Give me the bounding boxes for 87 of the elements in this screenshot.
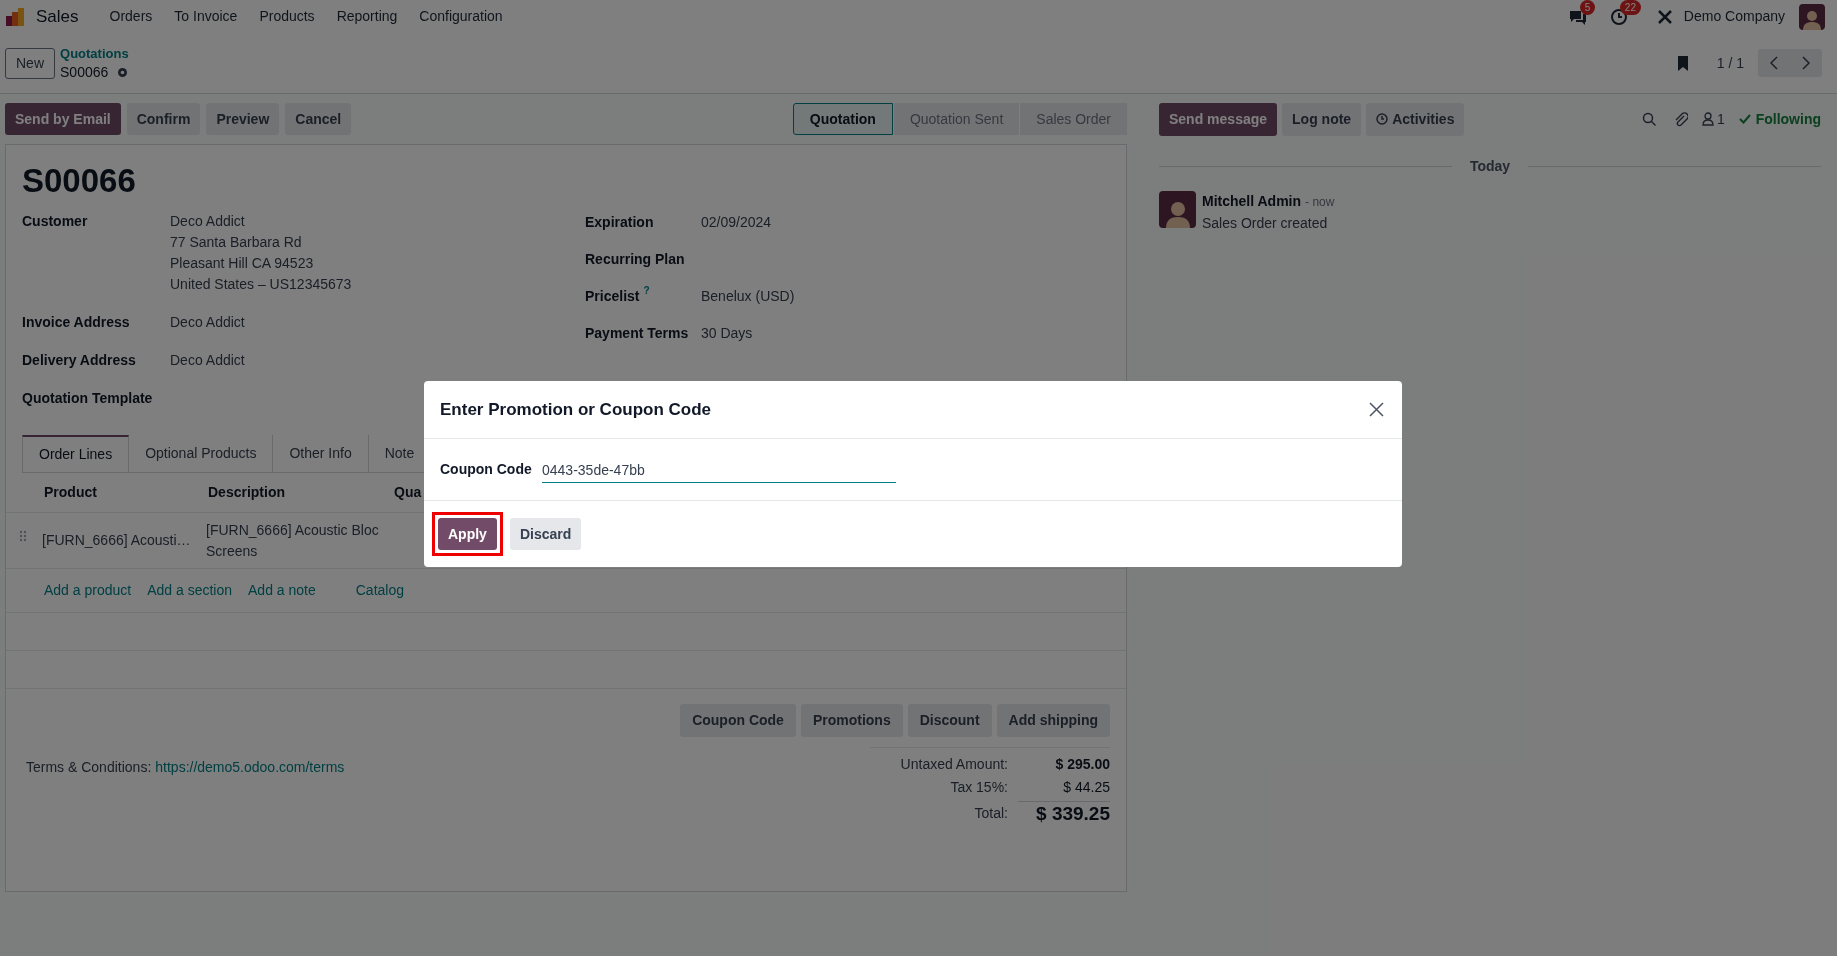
message-body: Sales Order created xyxy=(1202,214,1329,233)
reward-button[interactable]: Promotions xyxy=(800,704,903,737)
close-icon xyxy=(1368,402,1384,417)
menu-item[interactable]: Products xyxy=(248,6,326,27)
tab[interactable]: Order Lines xyxy=(22,435,130,472)
field-label: Recurring Plan xyxy=(585,249,685,269)
notification-badge: 5 xyxy=(1579,0,1596,15)
column-header: Product xyxy=(44,483,98,502)
coupon-code-field[interactable]: 0443-35de-47bb xyxy=(542,458,896,483)
menu-item[interactable]: Orders xyxy=(98,6,164,27)
add-line-link[interactable]: Add a section xyxy=(147,580,232,601)
field-value: Deco Addict xyxy=(170,351,245,370)
help-tooltip[interactable]: ? xyxy=(643,285,650,296)
field-label: Quotation Template xyxy=(22,389,154,408)
reward-button[interactable]: Discount xyxy=(907,704,992,737)
reward-button[interactable]: Coupon Code xyxy=(680,704,796,737)
field-value: 30 Days xyxy=(701,323,753,343)
date-separator: Today xyxy=(1468,157,1512,176)
app-name[interactable]: Sales xyxy=(36,3,79,30)
message-time: - now xyxy=(1305,194,1335,211)
field-value: Deco Addict xyxy=(170,212,246,231)
status-step[interactable]: Quotation Sent xyxy=(892,103,1020,135)
add-line-link[interactable]: Add a product xyxy=(44,580,132,601)
status-step[interactable]: Quotation xyxy=(792,103,893,135)
action-button[interactable]: Confirm xyxy=(126,103,201,135)
drag-handle-icon xyxy=(19,529,27,542)
total-value: $ 339.25 xyxy=(1018,801,1110,825)
column-header: Qua xyxy=(394,483,423,502)
menu-item[interactable]: To Invoice xyxy=(163,6,249,27)
field-value: Pleasant Hill CA 94523 xyxy=(170,254,315,273)
pager-value: 1 / 1 xyxy=(1716,53,1744,73)
notification-badge: 22 xyxy=(1619,0,1641,15)
total-label: Tax 15%: xyxy=(950,778,1008,797)
column-header: Description xyxy=(208,483,286,502)
user-avatar[interactable] xyxy=(1799,3,1825,30)
action-button[interactable]: Cancel xyxy=(285,103,352,135)
add-line-link[interactable]: Add a note xyxy=(248,580,316,601)
menu-item[interactable]: Configuration xyxy=(408,6,514,27)
dialog-title: Enter Promotion or Coupon Code xyxy=(440,398,713,421)
check-icon xyxy=(1738,114,1751,124)
tab[interactable]: Other Info xyxy=(273,435,369,472)
followers-button[interactable]: 1 xyxy=(1701,108,1725,130)
menu-item[interactable]: Reporting xyxy=(325,6,409,27)
company-switcher[interactable]: Demo Company xyxy=(1683,6,1785,27)
terms-label: Terms & Conditions: xyxy=(26,758,152,777)
total-label: Untaxed Amount: xyxy=(900,755,1008,774)
chevron-left-icon xyxy=(1770,56,1778,70)
record-title: S00066 xyxy=(21,161,137,201)
field-label: Payment Terms xyxy=(585,323,689,343)
field-value: Deco Addict xyxy=(170,313,245,332)
field-label: Pricelist xyxy=(585,286,640,306)
chatter-button[interactable]: Send message xyxy=(1159,102,1278,136)
following-button[interactable]: Following xyxy=(1738,108,1821,130)
dialog-button[interactable]: Discard xyxy=(509,518,582,550)
app-logo-icon xyxy=(4,5,26,28)
field-value: 77 Santa Barbara Rd xyxy=(170,233,303,252)
chatter-button[interactable]: Log note xyxy=(1282,102,1362,136)
search-icon xyxy=(1641,111,1657,127)
total-value: $ 295.00 xyxy=(1054,755,1110,774)
field-label: Coupon Code xyxy=(440,460,533,479)
field-value: 02/09/2024 xyxy=(701,212,772,232)
field-label: Invoice Address xyxy=(22,313,131,332)
dialog-button[interactable]: Apply xyxy=(438,518,497,550)
clock-icon xyxy=(1376,113,1389,125)
record-name: S00066 xyxy=(60,63,109,81)
field-label: Delivery Address xyxy=(22,351,137,370)
field-label: Customer xyxy=(22,212,89,231)
table-cell-text: [FURN_6666] Acousti… xyxy=(42,531,192,550)
field-label: Expiration xyxy=(585,212,654,232)
tab[interactable]: Optional Products xyxy=(129,435,274,472)
total-label: Total: xyxy=(974,803,1008,823)
person-icon xyxy=(1701,112,1714,126)
status-step[interactable]: Sales Order xyxy=(1019,103,1127,135)
total-value: $ 44.25 xyxy=(1062,778,1110,797)
new-button[interactable]: New xyxy=(5,47,55,79)
table-cell-text: [FURN_6666] Acoustic Bloc Screens xyxy=(206,520,380,561)
message-author: Mitchell Admin xyxy=(1202,192,1302,211)
reward-button[interactable]: Add shipping xyxy=(996,704,1110,737)
field-value: United States – US12345673 xyxy=(170,275,352,294)
chevron-right-icon xyxy=(1802,56,1810,70)
breadcrumb-link[interactable]: Quotations xyxy=(60,45,130,63)
chatter-button[interactable]: Activities xyxy=(1366,102,1465,136)
action-button[interactable]: Preview xyxy=(206,103,280,135)
add-line-link[interactable]: Catalog xyxy=(355,580,404,601)
field-value: Benelux (USD) xyxy=(701,286,795,306)
terms-link[interactable]: https://demo5.odoo.com/terms xyxy=(155,757,345,825)
action-button[interactable]: Send by Email xyxy=(5,103,121,135)
